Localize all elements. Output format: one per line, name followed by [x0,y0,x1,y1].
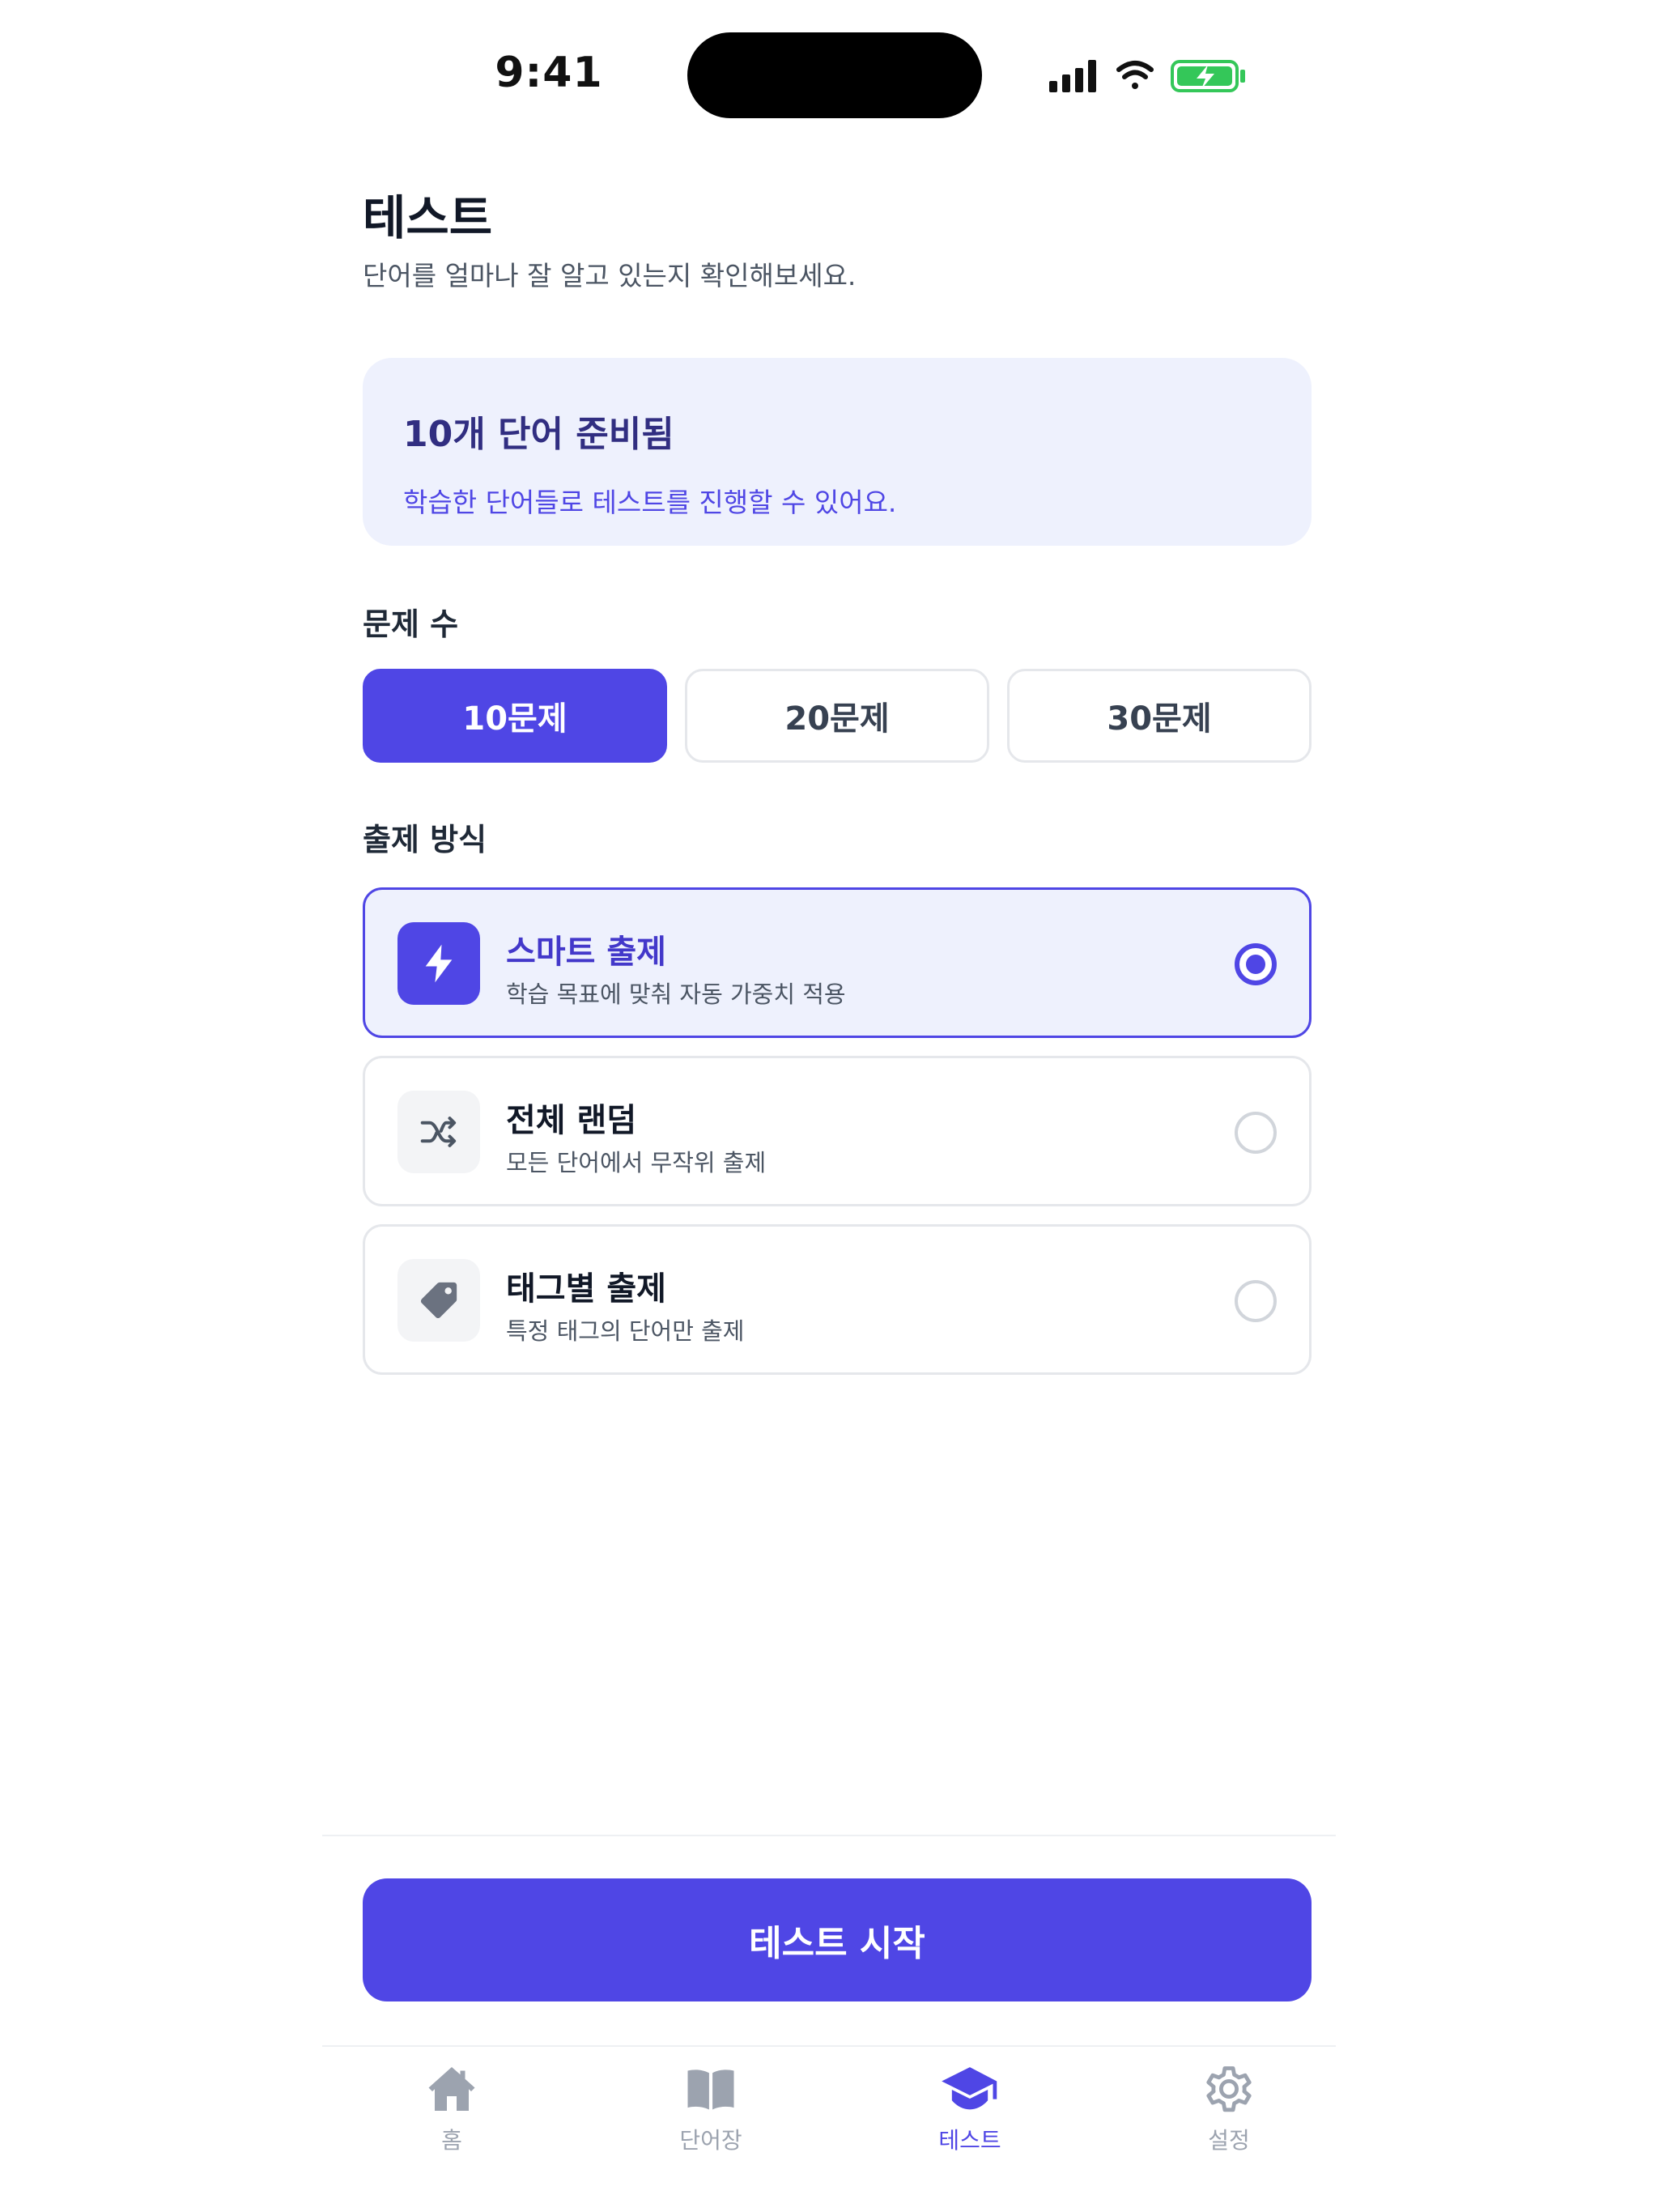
dynamic-island [687,32,982,118]
start-test-button[interactable]: 테스트 시작 [363,1878,1312,2001]
tab-label: 테스트 [938,2127,1001,2154]
wifi-icon [1116,61,1154,89]
tab-home[interactable]: 홈 [371,2058,533,2163]
mode-title: 스마트 출제 [506,934,666,971]
status-time: 9:41 [495,49,603,97]
tab-label: 설정 [1208,2127,1250,2154]
phone-screen: 9:41 테스트 단어를 얼마나 잘 알고 있는지 확인해보세요. 10개 단어… [322,0,1336,2212]
book-icon [680,2058,742,2120]
mode-title: 전체 랜덤 [506,1102,637,1139]
mode-option-smart[interactable]: 스마트 출제 학습 목표에 맞춰 자동 가중치 적용 [363,887,1312,1038]
tab-wordbook[interactable]: 단어장 [630,2058,792,2163]
home-icon [421,2058,483,2120]
divider [322,1835,1336,1836]
tab-test[interactable]: 테스트 [889,2058,1051,2163]
count-option-10[interactable]: 10문제 [363,669,667,763]
page-subtitle: 단어를 얼마나 잘 알고 있는지 확인해보세요. [363,260,857,291]
radio-unselected[interactable] [1235,1280,1277,1322]
status-icons [1049,57,1260,97]
graduation-cap-icon [939,2058,1001,2120]
tab-bar: 홈 단어장 테스트 설정 [322,2047,1336,2176]
mode-label: 출제 방식 [363,822,487,857]
mode-description: 모든 단어에서 무작위 출제 [506,1149,767,1176]
mode-description: 특정 태그의 단어만 출제 [506,1317,745,1345]
lightning-icon [397,922,480,1005]
words-ready-description: 학습한 단어들로 테스트를 진행할 수 있어요. [403,487,897,518]
tab-settings[interactable]: 설정 [1148,2058,1310,2163]
count-option-30[interactable]: 30문제 [1007,669,1312,763]
radio-unselected[interactable] [1235,1112,1277,1154]
words-ready-card: 10개 단어 준비됨 학습한 단어들로 테스트를 진행할 수 있어요. [363,358,1312,546]
tag-icon [397,1259,480,1342]
mode-option-random[interactable]: 전체 랜덤 모든 단어에서 무작위 출제 [363,1056,1312,1206]
tab-label: 홈 [441,2127,462,2154]
words-ready-title: 10개 단어 준비됨 [403,414,674,455]
page-title: 테스트 [363,190,493,245]
question-count-label: 문제 수 [363,606,459,642]
signal-icon [1049,60,1096,92]
radio-selected[interactable] [1235,943,1277,985]
mode-description: 학습 목표에 맞춰 자동 가중치 적용 [506,981,846,1008]
shuffle-icon [397,1091,480,1173]
battery-icon [1171,60,1245,92]
mode-option-tag[interactable]: 태그별 출제 특정 태그의 단어만 출제 [363,1224,1312,1375]
mode-title: 태그별 출제 [506,1270,666,1308]
gear-icon [1198,2058,1260,2120]
count-option-20[interactable]: 20문제 [685,669,989,763]
tab-label: 단어장 [679,2127,742,2154]
